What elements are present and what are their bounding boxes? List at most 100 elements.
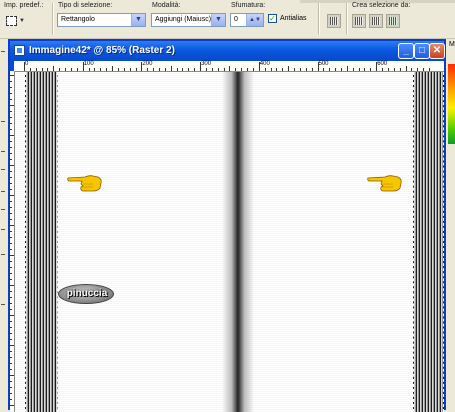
- ruler-tick: [294, 68, 296, 71]
- ruler-tick: [10, 387, 12, 388]
- ruler-tick: [10, 177, 12, 178]
- ruler-tick: [10, 255, 14, 256]
- ruler-tick: [10, 279, 12, 280]
- ruler-tick: [340, 68, 342, 71]
- minimize-button[interactable]: _: [398, 43, 414, 59]
- ruler-tick: [10, 225, 14, 226]
- feather-group: Sfumatura:: [231, 2, 265, 9]
- ruler-tick: [200, 62, 202, 71]
- pinuccia-badge: pinuccia: [58, 284, 114, 304]
- ruler-tick: [10, 357, 12, 358]
- ruler-tick: [10, 117, 12, 118]
- ruler-tick: [10, 123, 12, 124]
- ruler-tick: [10, 153, 12, 154]
- ruler-tick: [10, 159, 12, 160]
- divider: [318, 3, 320, 35]
- ruler-tick: [335, 68, 337, 71]
- ruler-tick: [106, 68, 108, 71]
- selection-from-layer-button[interactable]: [327, 14, 341, 28]
- ruler-tick: [147, 68, 149, 71]
- ruler-tick: [24, 62, 25, 71]
- preset-group: Imp. predef.:: [4, 2, 43, 9]
- create-selection-group: Crea selezione da:: [352, 2, 410, 9]
- right-film-stripes: [413, 72, 444, 412]
- tool-options-bar: Imp. predef.: ▼ Tipo di selezione: Retta…: [0, 0, 455, 39]
- divider: [346, 3, 348, 35]
- ruler-tick: [10, 189, 12, 190]
- ruler-tick: [10, 351, 12, 352]
- tick: [1, 151, 5, 152]
- ruler-label: 300: [201, 61, 212, 67]
- selection-marquee-right: [443, 72, 444, 412]
- ruler-tick: [382, 68, 384, 71]
- ruler-tick: [411, 68, 413, 71]
- ruler-tick: [10, 165, 14, 166]
- color-palette[interactable]: [448, 64, 455, 144]
- selection-from-mask-button[interactable]: [369, 14, 383, 28]
- feather-spinner[interactable]: 0 ▲▼: [230, 13, 264, 27]
- ruler-tick: [10, 243, 12, 244]
- selection-from-document-button[interactable]: [352, 14, 366, 28]
- ruler-tick: [352, 68, 354, 71]
- materials-tab[interactable]: M: [449, 41, 455, 48]
- ruler-tick: [129, 68, 131, 71]
- ruler-tick: [41, 68, 43, 71]
- selection-marquee-left: [413, 72, 414, 412]
- ruler-tick: [276, 68, 278, 71]
- selection-marquee-left: [25, 72, 26, 412]
- ruler-tick: [194, 68, 196, 71]
- ruler-tick: [10, 237, 12, 238]
- ruler-tick: [264, 68, 266, 71]
- ruler-tick: [10, 81, 12, 82]
- ruler-tick: [10, 141, 12, 142]
- image-canvas[interactable]: pinuccia: [15, 72, 444, 412]
- create-selection-label: Crea selezione da:: [352, 2, 411, 9]
- selection-type-value: Rettangolo: [61, 16, 95, 23]
- ruler-tick: [329, 68, 331, 71]
- ruler-tick: [393, 68, 395, 71]
- ruler-tick: [123, 68, 125, 71]
- rectangle-selection-icon: [6, 16, 17, 26]
- ruler-label: 400: [259, 61, 270, 67]
- selection-type-select[interactable]: Rettangolo ▼: [57, 13, 146, 27]
- ruler-tick: [10, 291, 12, 292]
- ruler-tick: [223, 68, 225, 71]
- ruler-tick: [117, 68, 119, 71]
- ruler-tick: [417, 68, 419, 71]
- mode-select[interactable]: Aggiungi (Maiusc) ▼: [151, 13, 226, 27]
- chevron-down-icon: ▼: [211, 14, 225, 26]
- ruler-tick: [10, 219, 12, 220]
- ruler-tick: [59, 68, 61, 71]
- tick: [1, 169, 5, 170]
- ruler-tick: [299, 68, 301, 71]
- tick: [1, 191, 5, 192]
- ruler-tick: [10, 213, 12, 214]
- ruler-tick: [153, 68, 155, 71]
- ruler-tick: [311, 68, 313, 71]
- ruler-tick: [100, 68, 102, 71]
- ruler-tick: [370, 68, 372, 71]
- spin-arrows-icon[interactable]: ▲▼: [246, 14, 263, 26]
- maximize-button[interactable]: □: [414, 43, 430, 59]
- ruler-tick: [10, 171, 12, 172]
- ruler-tick: [76, 68, 78, 71]
- ruler-tick: [10, 315, 14, 316]
- ruler-tick: [10, 327, 12, 328]
- ruler-tick: [10, 405, 14, 406]
- preset-dropdown[interactable]: ▼: [6, 14, 26, 28]
- mode-value: Aggiungi (Maiusc): [155, 16, 212, 23]
- antialias-checkbox[interactable]: ✓: [268, 14, 277, 23]
- close-button[interactable]: ✕: [429, 43, 445, 59]
- document-title-bar[interactable]: Immagine42* @ 85% (Raster 2) _ □ ✕: [10, 41, 445, 61]
- ruler-tick: [305, 68, 307, 71]
- ruler-label: 0: [25, 61, 29, 67]
- left-tool-strip: [0, 39, 8, 410]
- selection-from-opaque-button[interactable]: [386, 14, 400, 28]
- ruler-tick: [387, 68, 389, 71]
- center-fold-shadow: [222, 72, 254, 412]
- ruler-tick: [35, 68, 37, 71]
- ruler-tick: [258, 62, 260, 71]
- ruler-tick: [10, 273, 12, 274]
- ruler-tick: [10, 297, 12, 298]
- ruler-tick: [159, 68, 160, 71]
